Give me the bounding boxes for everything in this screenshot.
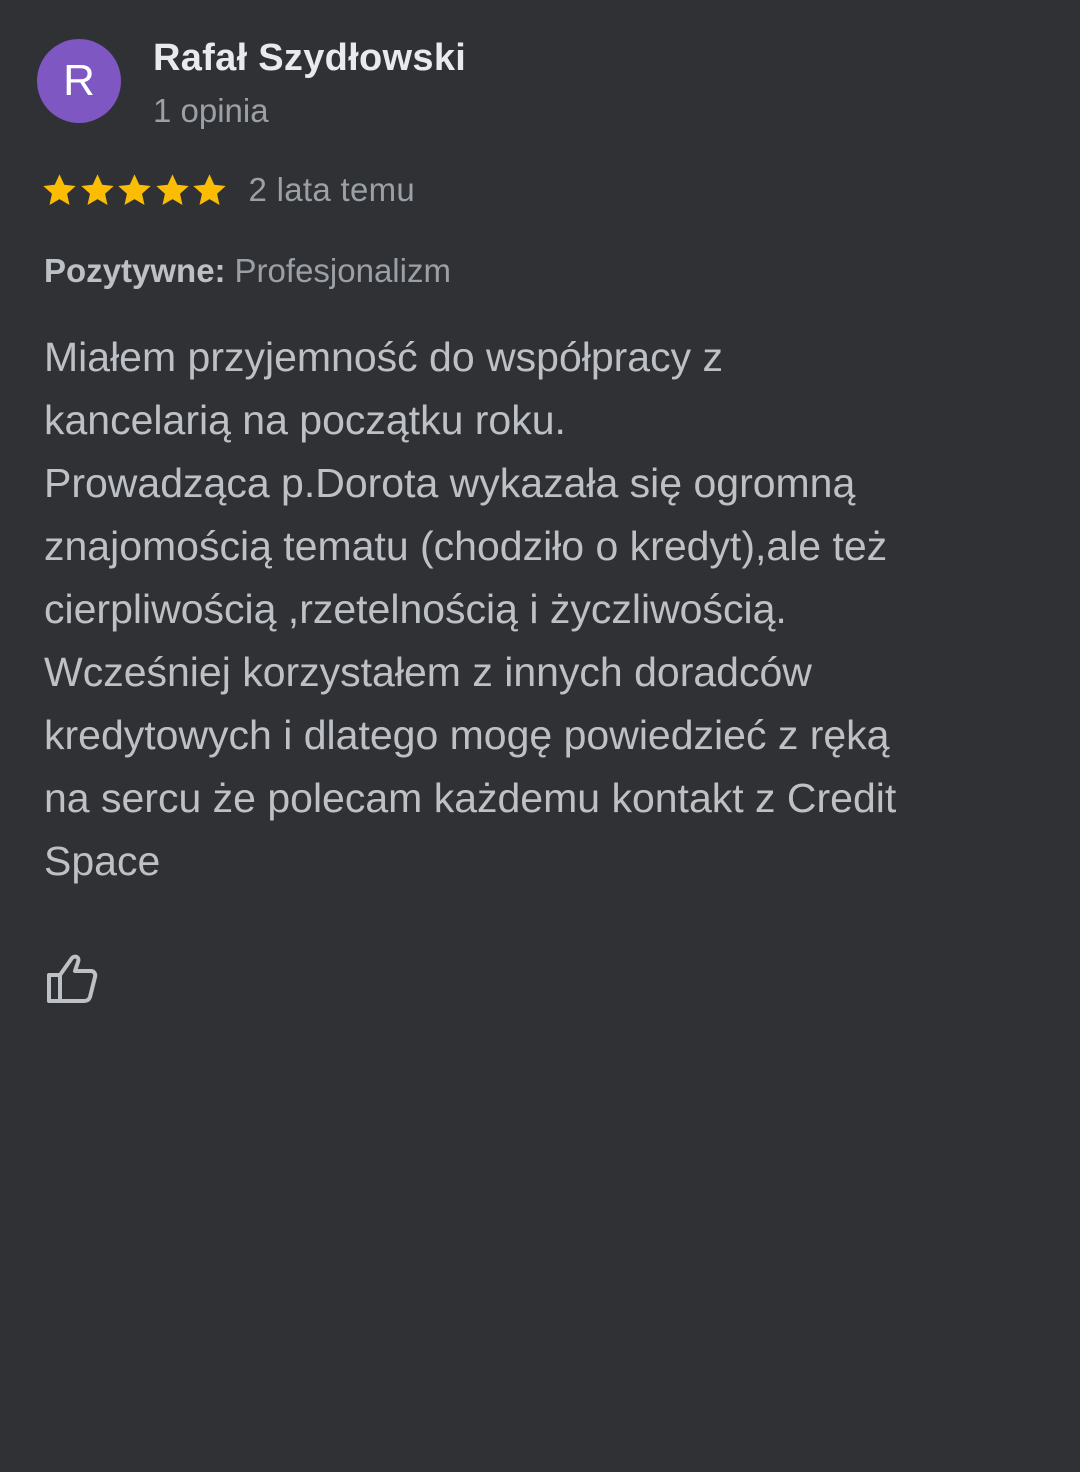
rating-row: 2 lata temu bbox=[41, 170, 415, 210]
star-icon bbox=[155, 173, 189, 205]
review-header: R Rafał Szydłowski 1 opinia bbox=[37, 37, 466, 131]
star-icon bbox=[80, 173, 114, 205]
star-icon bbox=[43, 173, 76, 205]
review-attributes: Pozytywne: Profesjonalizm bbox=[44, 251, 451, 291]
review-date: 2 lata temu bbox=[248, 171, 416, 208]
author-name[interactable]: Rafał Szydłowski bbox=[153, 35, 466, 81]
author-review-count: 1 opinia bbox=[153, 92, 269, 129]
review-text: Miałem przyjemność do współpracy z kance… bbox=[44, 334, 897, 884]
attribute-label: Pozytywne: bbox=[44, 252, 226, 289]
star-icon bbox=[118, 173, 151, 205]
review-card: R Rafał Szydłowski 1 opinia 2 lata temu … bbox=[0, 0, 1080, 1472]
attribute-value: Profesjonalizm bbox=[234, 252, 451, 289]
author-block: Rafał Szydłowski 1 opinia bbox=[153, 35, 466, 131]
star-icon bbox=[193, 173, 226, 205]
like-button[interactable] bbox=[40, 948, 100, 1008]
thumbs-up-icon bbox=[47, 954, 98, 1003]
star-rating bbox=[41, 172, 229, 209]
avatar[interactable]: R bbox=[37, 39, 121, 123]
